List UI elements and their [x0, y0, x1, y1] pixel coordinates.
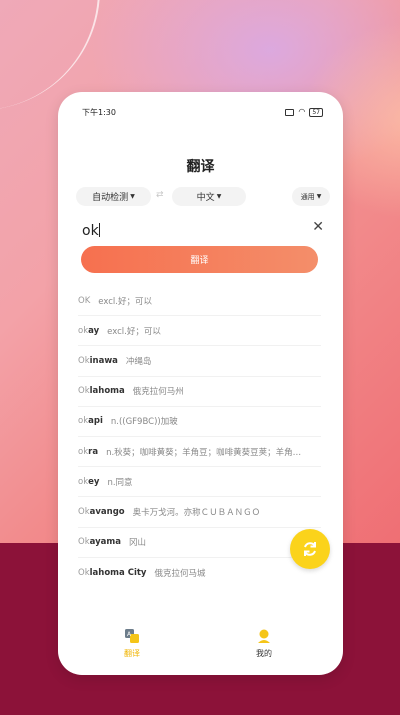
list-item[interactable]: okay excl.好；可以 — [78, 316, 321, 347]
status-icons: ◠ 57 — [285, 107, 323, 117]
suggestion-match: Ok — [78, 386, 90, 397]
domain-mode-label: 通用 — [300, 192, 315, 201]
tab-translate[interactable]: A 翻译 — [92, 628, 172, 659]
list-item[interactable]: okra n.秋葵；咖啡黄葵；羊角豆；咖啡黄葵豆荚；羊角… — [78, 437, 321, 468]
suggestion-meaning: 奥卡万戈河。亦称ＣＵＢＡＮＧＯ — [132, 507, 261, 518]
close-icon[interactable]: ✕ — [312, 219, 324, 235]
status-bar: 下午1:30 ◠ 57 — [58, 92, 343, 126]
suggestion-match: OK — [78, 295, 91, 306]
suggestion-rest: ra — [88, 446, 99, 457]
list-item[interactable]: okapi n.((GF9BC))加玻 — [78, 407, 321, 437]
list-item[interactable]: Okinawa 冲绳岛 — [78, 346, 321, 377]
refresh-icon — [304, 542, 316, 556]
swap-languages-icon[interactable]: ⇄ — [156, 190, 164, 200]
list-item[interactable]: OK excl.好；可以 — [78, 286, 321, 317]
suggestion-rest: lahoma — [89, 386, 125, 397]
suggestion-match: ok — [78, 416, 89, 427]
suggestion-meaning: 俄克拉何马城 — [154, 568, 206, 579]
translate-button[interactable]: 翻译 — [81, 246, 318, 273]
suggestion-match: Ok — [78, 567, 90, 578]
language-selector-row: 自动检测 ▼ ⇄ 中文 ▼ 通用 ▼ — [58, 187, 343, 207]
suggestion-match: ok — [78, 476, 89, 487]
suggestion-match: Ok — [78, 355, 90, 366]
suggestion-meaning: excl.好；可以 — [107, 326, 161, 337]
suggestion-rest: ey — [88, 476, 100, 487]
translate-input[interactable]: ok ✕ — [82, 219, 324, 240]
phone-screen: 下午1:30 ◠ 57 翻译 自动检测 ▼ ⇄ 中文 ▼ 通用 ▼ ok ✕ 翻… — [58, 92, 343, 675]
suggestion-match: Ok — [78, 506, 90, 517]
source-language-select[interactable]: 自动检测 ▼ — [76, 187, 151, 206]
target-language-label: 中文 — [196, 193, 215, 203]
suggestion-list: OK excl.好；可以 okay excl.好；可以 Okinawa 冲绳岛 Okl… — [78, 286, 321, 588]
suggestion-rest: avango — [89, 506, 125, 517]
suggestion-rest: api — [88, 416, 103, 427]
suggestion-meaning: n.同意 — [107, 477, 133, 488]
list-item[interactable]: Okavango 奥卡万戈河。亦称ＣＵＢＡＮＧＯ — [78, 497, 321, 528]
target-language-select[interactable]: 中文 ▼ — [172, 187, 246, 206]
tab-translate-label: 翻译 — [124, 649, 140, 658]
suggestion-match: ok — [78, 446, 89, 457]
suggestion-rest: inawa — [89, 355, 118, 366]
screen-cast-icon — [285, 108, 295, 116]
suggestion-rest: ay — [88, 325, 100, 336]
list-item[interactable]: Oklahoma 俄克拉何马州 — [78, 377, 321, 407]
suggestion-meaning: 俄克拉何马州 — [132, 387, 184, 398]
chevron-down-icon: ▼ — [316, 193, 322, 200]
list-item[interactable]: Okayama 冈山 — [78, 528, 321, 558]
list-item[interactable]: Oklahoma City 俄克拉何马城 — [78, 558, 321, 588]
suggestion-meaning: n.((GF9BC))加玻 — [110, 417, 178, 428]
input-text: ok — [82, 223, 99, 239]
suggestion-rest: lahoma City — [89, 567, 147, 578]
suggestion-match: ok — [78, 325, 89, 336]
wifi-icon: ◠ — [298, 107, 306, 116]
page-title: 翻译 — [186, 159, 215, 175]
bottom-tab-bar: A 翻译 我的 — [58, 628, 343, 668]
chevron-down-icon: ▼ — [130, 193, 135, 200]
suggestion-rest: ayama — [89, 537, 121, 548]
suggestion-meaning: 冈山 — [128, 538, 146, 549]
suggestion-meaning: 冲绳岛 — [125, 356, 152, 367]
tab-mine-label: 我的 — [256, 649, 272, 658]
refresh-fab-button[interactable] — [290, 529, 330, 569]
suggestion-match: Ok — [78, 537, 90, 548]
status-time: 下午1:30 — [82, 107, 116, 117]
user-icon — [258, 629, 270, 643]
domain-mode-select[interactable]: 通用 ▼ — [292, 187, 330, 206]
translate-icon: A — [125, 629, 139, 643]
suggestion-meaning: n.秋葵；咖啡黄葵；羊角豆；咖啡黄葵豆荚；羊角… — [106, 447, 302, 458]
list-item[interactable]: okey n.同意 — [78, 467, 321, 498]
text-cursor — [98, 223, 100, 237]
battery-icon: 57 — [309, 107, 323, 117]
source-language-label: 自动检测 — [92, 193, 129, 203]
chevron-down-icon: ▼ — [216, 193, 222, 200]
suggestion-meaning: excl.好；可以 — [98, 296, 152, 307]
tab-mine[interactable]: 我的 — [224, 628, 304, 659]
